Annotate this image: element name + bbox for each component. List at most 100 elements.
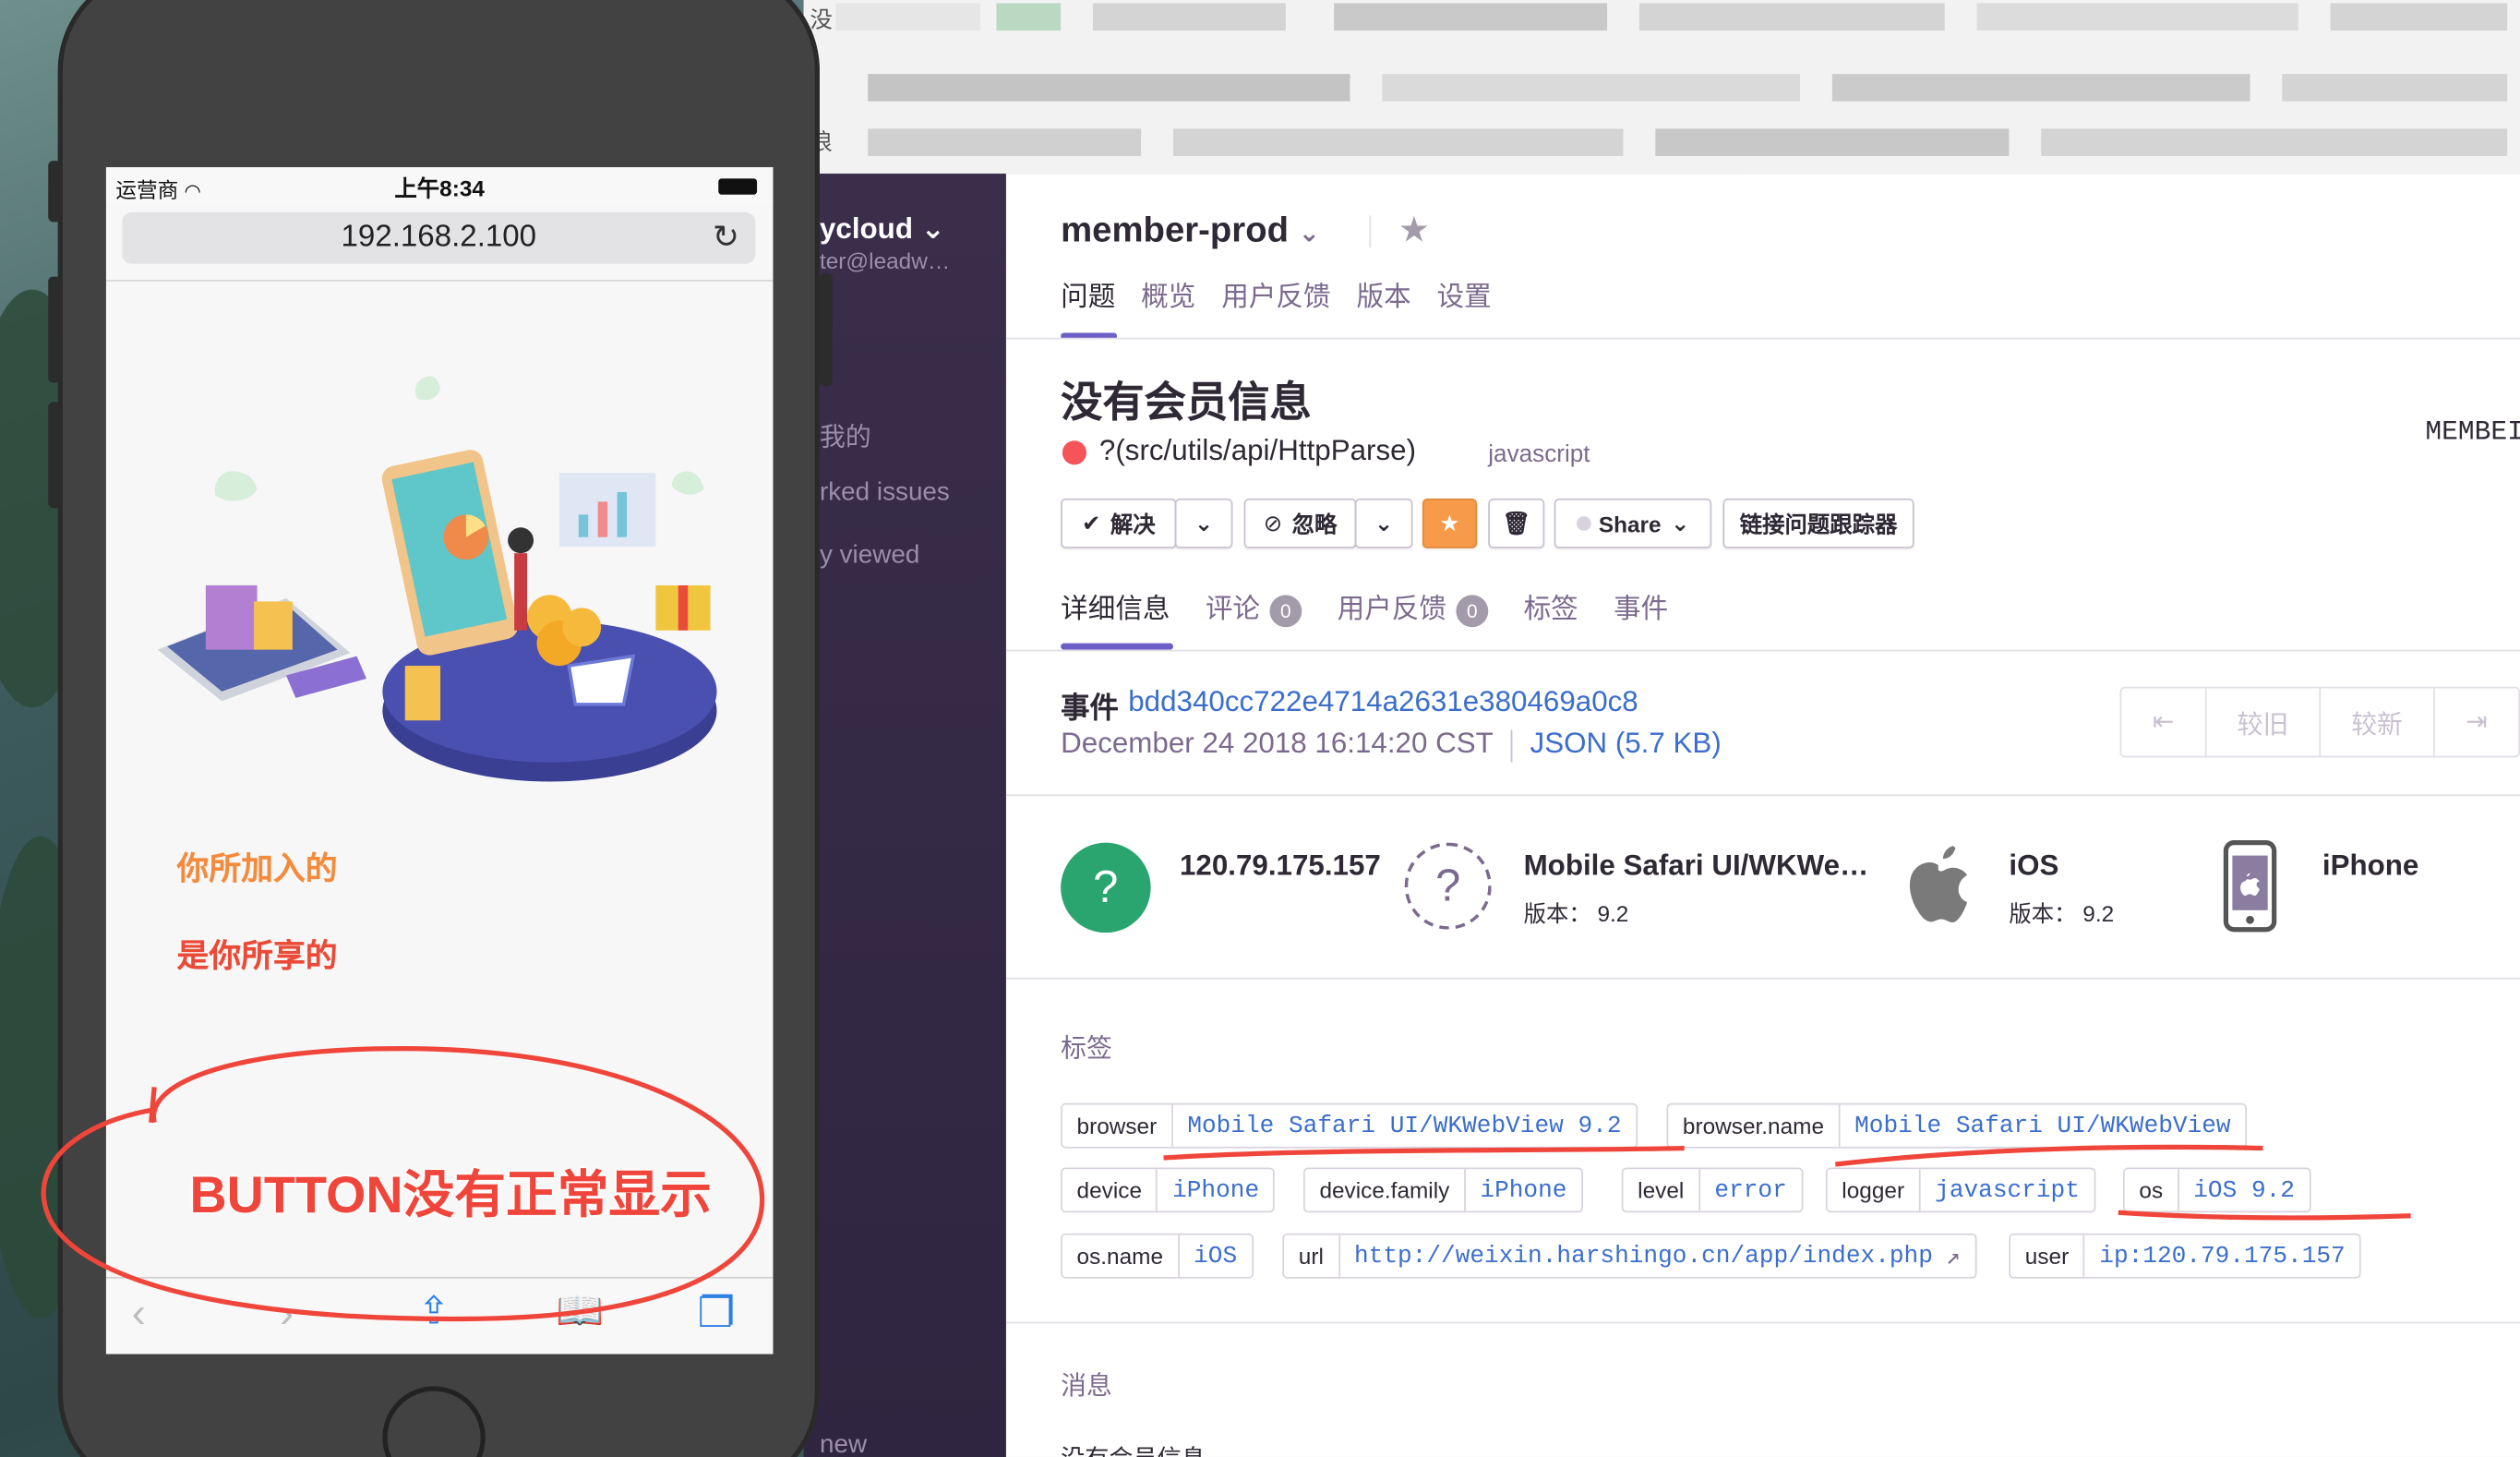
version-label: 版本： [1523, 900, 1591, 927]
share-button[interactable]: Share ⌄ [1554, 498, 1712, 548]
blur-block [835, 3, 981, 31]
tag-pill[interactable]: os.name iOS [1061, 1233, 1254, 1279]
tag-pill[interactable]: browser Mobile Safari UI/WKWebView 9.2 [1061, 1102, 1638, 1149]
message-body: 没有会员信息 [1061, 1441, 1206, 1457]
sidebar-item-mine[interactable]: 我的 [820, 415, 871, 453]
ignore-dropdown-button[interactable]: ⌄ [1354, 498, 1413, 548]
tag-pill[interactable]: browser.name Mobile Safari UI/WKWebView [1666, 1102, 2248, 1149]
mute-switch [48, 161, 62, 223]
tag-key: level [1623, 1169, 1700, 1211]
back-icon[interactable]: ‹ [132, 1288, 146, 1338]
last-event-button[interactable]: ⇥ [2435, 688, 2519, 755]
first-event-button[interactable]: ⇤ [2121, 688, 2207, 756]
check-icon: ✔ [1081, 510, 1101, 536]
truncated-label: MEMBEI [2425, 417, 2520, 449]
tab-details[interactable]: 详细信息 [1061, 585, 1170, 626]
tag-pill[interactable]: user ip:120.79.175.157 [2009, 1233, 2362, 1279]
star-icon[interactable]: ★ [1398, 209, 1430, 250]
event-id-link[interactable]: bdd340cc722e4714a2631e380469a0c8 [1128, 685, 1638, 719]
tab-overview[interactable]: 概览 [1141, 273, 1195, 314]
tab-user-feedback[interactable]: 用户反馈 0 [1338, 585, 1489, 627]
error-level-icon [1062, 440, 1086, 465]
external-link-icon[interactable]: ↗ [1946, 1241, 1961, 1271]
ban-icon: ⊘ [1263, 510, 1283, 536]
tag-value[interactable]: Mobile Safari UI/WKWebView 9.2 [1173, 1105, 1637, 1147]
bookmarks-icon[interactable]: 📖 [556, 1288, 604, 1335]
tabs-icon[interactable]: ❐ [698, 1288, 736, 1338]
tag-value[interactable]: error [1700, 1169, 1802, 1210]
blur-block [1976, 3, 2298, 31]
tag-value[interactable]: iPhone [1466, 1169, 1581, 1210]
tag-value[interactable]: javascript [1920, 1169, 2094, 1210]
tag-key: device [1062, 1169, 1158, 1211]
delete-button[interactable]: 🗑 [1488, 498, 1545, 548]
tab-issues[interactable]: 问题 [1061, 273, 1115, 314]
share-icon[interactable]: ⇪ [418, 1288, 450, 1335]
tag-value[interactable]: iOS [1179, 1235, 1251, 1277]
version-value: 9.2 [2082, 900, 2115, 927]
status-time: 上午8:34 [394, 175, 485, 201]
link-issue-tracker-button[interactable]: 链接问题跟踪器 [1722, 498, 1914, 548]
annotation-text: BUTTON没有正常显示 [189, 1165, 712, 1224]
tag-pill[interactable]: logger javascript [1825, 1167, 2096, 1213]
event-date: December 24 2018 16:14:20 CST [1061, 727, 1494, 760]
sidebar-item-bookmarked[interactable]: rked issues [820, 479, 950, 508]
tab-comments[interactable]: 评论 0 [1205, 585, 1302, 627]
reload-icon[interactable]: ↻ [713, 217, 739, 258]
tab-label: 评论 [1205, 593, 1261, 624]
sidebar-item-new[interactable]: new [820, 1431, 867, 1457]
tab-user-feedback[interactable]: 用户反馈 [1221, 273, 1330, 314]
org-switcher[interactable]: ycloud ⌄ [820, 212, 945, 247]
project-selector[interactable]: member-prod ⌄ [1061, 209, 1320, 250]
tag-pill[interactable]: os iOS 9.2 [2122, 1167, 2311, 1213]
user-email: ter@leadw… [819, 247, 951, 274]
forward-icon[interactable]: › [280, 1288, 294, 1338]
slogan-line-1: 你所加入的 [176, 852, 338, 888]
tab-events[interactable]: 事件 [1614, 585, 1668, 626]
issue-detail-tabs: 详细信息 评论 0 用户反馈 0 标签 事件 [1061, 585, 1668, 627]
tag-value[interactable]: iOS 9.2 [2179, 1169, 2310, 1210]
browser-name: Mobile Safari UI/WKWe… [1523, 849, 1869, 882]
status-dot-icon [1576, 516, 1591, 531]
issue-culprit: ?(src/utils/api/HttpParse) [1098, 434, 1417, 467]
tag-value[interactable]: ip:120.79.175.157 [2085, 1235, 2360, 1277]
tag-pill[interactable]: device iPhone [1061, 1167, 1276, 1213]
tab-tags[interactable]: 标签 [1524, 585, 1578, 626]
chevron-down-icon: ⌄ [1671, 510, 1690, 536]
sidebar-item-recently-viewed[interactable]: y viewed [820, 542, 919, 571]
blur-block [868, 74, 1350, 102]
older-event-button[interactable]: 较旧 [2207, 688, 2322, 756]
star-icon: ★ [1439, 510, 1460, 536]
tag-pill[interactable]: level error [1621, 1167, 1804, 1213]
event-json-link[interactable]: JSON (5.7 KB) [1530, 727, 1722, 761]
tab-label: 标签 [1523, 594, 1578, 625]
tag-value[interactable]: iPhone [1158, 1169, 1273, 1210]
resolve-button[interactable]: ✔ 解决 [1061, 498, 1177, 548]
tag-value[interactable]: Mobile Safari UI/WKWebView [1840, 1105, 2245, 1147]
divider [1005, 794, 2520, 797]
power-button [819, 273, 833, 387]
divider [1369, 215, 1372, 248]
address-bar[interactable]: 192.168.2.100 ↻ [122, 211, 756, 264]
blur-block [1334, 3, 1608, 31]
tag-key: browser [1062, 1104, 1173, 1147]
active-tab-indicator [1061, 643, 1174, 650]
bookmark-button[interactable]: ★ [1422, 498, 1478, 548]
tab-label: 详细信息 [1061, 594, 1170, 625]
blur-block [1173, 128, 1624, 156]
tab-releases[interactable]: 版本 [1356, 273, 1410, 314]
blur-block [1638, 3, 1945, 31]
tab-settings[interactable]: 设置 [1437, 273, 1492, 314]
ignore-button[interactable]: ⊘ 忽略 [1243, 498, 1357, 548]
project-nav: 问题 概览 用户反馈 版本 设置 [1061, 273, 1492, 314]
tag-pill[interactable]: url http://weixin.harshingo.cn/app/index.… [1282, 1233, 1976, 1279]
hero-illustration [157, 376, 717, 782]
tag-value[interactable]: http://weixin.harshingo.cn/app/index.php… [1339, 1235, 1974, 1277]
resolve-dropdown-button[interactable]: ⌄ [1174, 498, 1233, 548]
newer-event-button[interactable]: 较新 [2321, 688, 2435, 756]
slogan-line-2: 是你所享的 [176, 939, 338, 975]
os-name: iOS [2009, 849, 2059, 882]
user-context-icon: ? [1061, 842, 1151, 933]
tag-pill[interactable]: device.family iPhone [1303, 1167, 1583, 1213]
tag-key: os.name [1062, 1234, 1180, 1277]
